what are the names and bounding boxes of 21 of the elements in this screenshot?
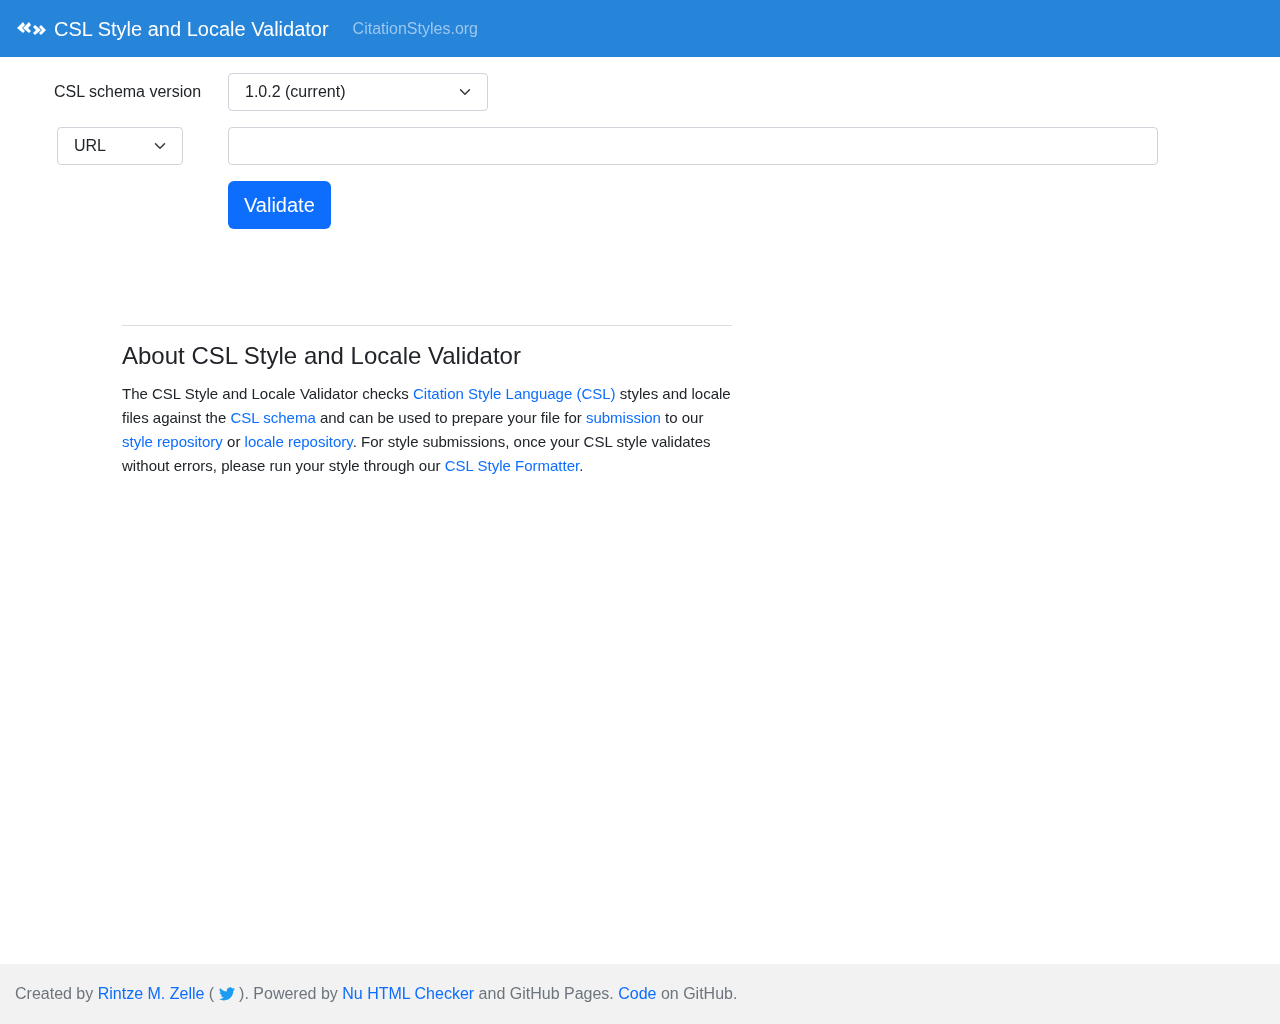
source-select[interactable]: URL <box>57 127 183 165</box>
text-link[interactable]: Code <box>618 985 657 1002</box>
text-link[interactable]: submission <box>585 409 661 426</box>
schema-select[interactable]: 1.0.2 (current) <box>228 73 488 111</box>
text-link[interactable]: style repository <box>122 433 223 450</box>
text-link[interactable]: locale repository <box>244 433 353 450</box>
field-label: CSL schema version <box>54 82 202 102</box>
footer-text: Created by Rintze M. Zelle ( ). Powered by Nu HTML Checker and GitHub Pages. Code on GitHub. <box>15 984 738 1004</box>
bird-icon[interactable] <box>218 987 235 1001</box>
about-paragraph: The CSL Style and Locale Validator checks Citation Style Language (CSL) styles and locale files against the CSL schema and can be used to prepare your file for submission to our style repository or locale repository. For style submissions, once your CSL style validates without errors, please run your style through our CSL Style Formatter. <box>122 384 732 476</box>
validate-button[interactable]: Validate <box>228 181 331 229</box>
about-heading: About CSL Style and Locale Validator <box>122 341 522 371</box>
brand-title[interactable]: CSL Style and Locale Validator <box>54 13 329 44</box>
chevron-down-icon <box>459 86 471 98</box>
text-link[interactable]: CSL schema <box>230 409 316 426</box>
text-link[interactable]: Nu HTML Checker <box>342 985 475 1002</box>
url-input[interactable] <box>228 127 1158 165</box>
text-link[interactable]: CSL Style Formatter <box>444 457 580 474</box>
text-link[interactable]: Rintze M. Zelle <box>97 985 205 1002</box>
chevron-down-icon <box>154 140 166 152</box>
text-link[interactable]: Citation Style Language (CSL) <box>413 385 616 402</box>
